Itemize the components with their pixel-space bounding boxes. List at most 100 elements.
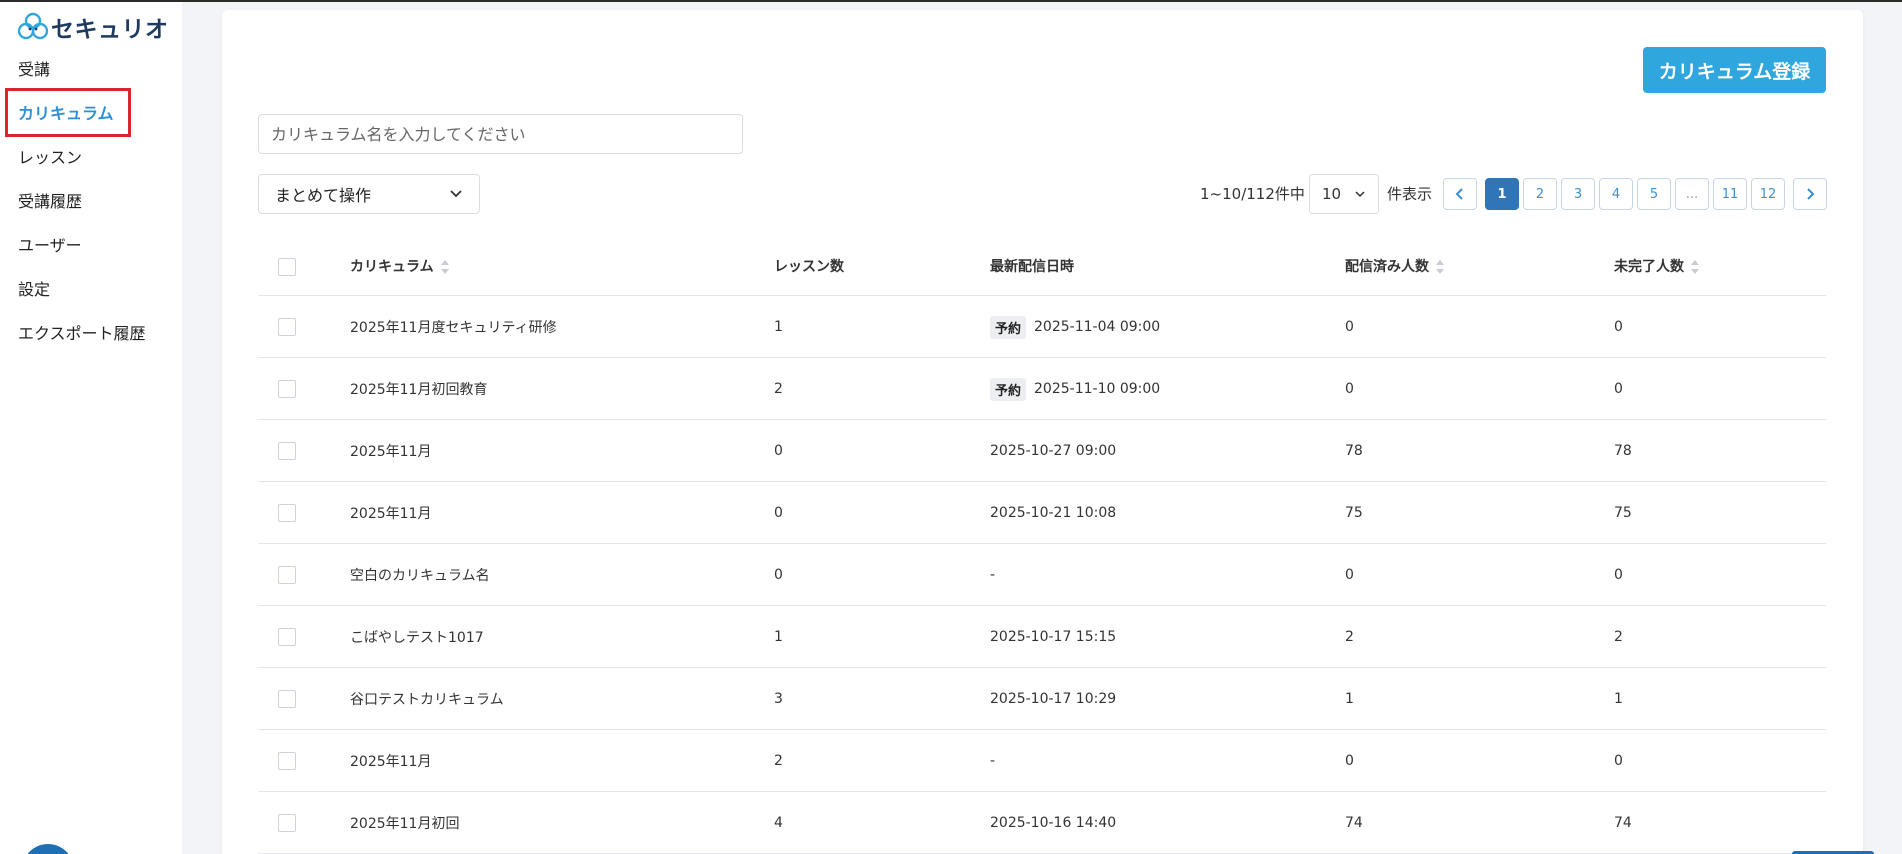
curriculum-name[interactable]: 2025年11月初回教育 [350, 358, 487, 420]
sidebar-item-curriculum[interactable]: カリキュラム [18, 96, 114, 132]
curriculum-name[interactable]: こばやしテスト1017 [350, 606, 484, 668]
sidebar-item-lesson[interactable]: レッスン [18, 140, 82, 176]
pagination-prev-button[interactable] [1443, 178, 1477, 210]
incomplete-count: 1 [1614, 691, 1623, 707]
latest-delivery-date: 2025-10-27 09:00 [990, 443, 1117, 459]
latest-delivery-date: - [990, 753, 996, 769]
row-checkbox[interactable] [278, 442, 296, 460]
pagination-page-5[interactable]: 5 [1637, 178, 1671, 210]
lesson-count: 2 [774, 381, 783, 397]
pagination-ellipsis[interactable]: ... [1675, 178, 1709, 210]
delivered-count: 74 [1345, 815, 1363, 831]
incomplete-count: 74 [1614, 815, 1632, 831]
row-checkbox[interactable] [278, 566, 296, 584]
pagination-page-11[interactable]: 11 [1713, 178, 1747, 210]
lesson-count: 3 [774, 691, 783, 707]
row-checkbox[interactable] [278, 628, 296, 646]
header-curriculum[interactable]: カリキュラム [350, 238, 450, 296]
table-row[interactable]: 2025年11月度セキュリティ研修 1 予約 2025-11-04 09:00 … [258, 296, 1826, 358]
pagination-page-2[interactable]: 2 [1523, 178, 1557, 210]
range-text: 1~10/112件中 [1200, 185, 1305, 203]
delivered-count: 75 [1345, 505, 1363, 521]
curriculum-name[interactable]: 空白のカリキュラム名 [350, 544, 490, 606]
delivered-count: 0 [1345, 381, 1354, 397]
lesson-count: 0 [774, 567, 783, 583]
sidebar-item-lessons-attend[interactable]: 受講 [18, 52, 50, 88]
help-chat-button[interactable] [22, 844, 74, 854]
select-all-checkbox[interactable] [278, 258, 296, 276]
reserved-badge: 予約 [990, 377, 1027, 401]
header-incomplete[interactable]: 未完了人数 [1614, 238, 1700, 296]
row-checkbox[interactable] [278, 318, 296, 336]
row-checkbox[interactable] [278, 504, 296, 522]
row-select-cell [278, 482, 296, 544]
table-row[interactable]: こばやしテスト1017 1 2025-10-17 15:15 2 2 [258, 606, 1826, 668]
register-curriculum-button[interactable]: カリキュラム登録 [1643, 47, 1826, 93]
curriculum-table: カリキュラム レッスン数 最新配信日時 配信済み人数 未完了人数 2025年11… [258, 238, 1826, 854]
pagination-page-3[interactable]: 3 [1561, 178, 1595, 210]
sidebar-item-users[interactable]: ユーザー [18, 228, 82, 264]
row-checkbox[interactable] [278, 380, 296, 398]
header-lessons: レッスン数 [774, 259, 844, 275]
incomplete-count: 0 [1614, 567, 1623, 583]
table-row[interactable]: 2025年11月初回 4 2025-10-16 14:40 74 74 [258, 792, 1826, 854]
sort-icon [440, 260, 449, 274]
row-checkbox[interactable] [278, 690, 296, 708]
delivered-count: 2 [1345, 629, 1354, 645]
per-page-label: 件表示 [1387, 185, 1433, 203]
logo[interactable]: セキュリオ [18, 10, 169, 44]
curriculum-name[interactable]: 2025年11月 [350, 420, 431, 482]
sidebar-item-export-history[interactable]: エクスポート履歴 [18, 316, 146, 352]
pagination-page-12[interactable]: 12 [1751, 178, 1785, 210]
reserved-badge: 予約 [990, 315, 1027, 339]
curriculum-name[interactable]: 2025年11月 [350, 482, 431, 544]
row-checkbox[interactable] [278, 752, 296, 770]
logo-text: セキュリオ [51, 17, 169, 43]
row-select-cell [278, 544, 296, 606]
header-latest-delivery: 最新配信日時 [990, 259, 1074, 275]
table-row[interactable]: 2025年11月 0 2025-10-21 10:08 75 75 [258, 482, 1826, 544]
delivered-count: 0 [1345, 567, 1354, 583]
top-border [0, 0, 1902, 2]
pagination-page-1[interactable]: 1 [1485, 178, 1519, 210]
incomplete-count: 2 [1614, 629, 1623, 645]
search-input[interactable] [258, 114, 743, 154]
table-row[interactable]: 2025年11月 2 - 0 0 [258, 730, 1826, 792]
latest-delivery-date: 2025-11-04 09:00 [1034, 319, 1161, 335]
delivered-count: 1 [1345, 691, 1354, 707]
pagination-page-4[interactable]: 4 [1599, 178, 1633, 210]
sort-icon [1691, 260, 1699, 274]
latest-delivery-date: 2025-10-17 15:15 [990, 629, 1117, 645]
chevron-right-icon [1807, 188, 1815, 200]
latest-delivery-date: 2025-10-21 10:08 [990, 505, 1117, 521]
lesson-count: 0 [774, 443, 783, 459]
table-header: カリキュラム レッスン数 最新配信日時 配信済み人数 未完了人数 [258, 238, 1826, 296]
curriculum-name[interactable]: 2025年11月 [350, 730, 431, 792]
row-select-cell [278, 296, 296, 358]
sort-icon [1436, 260, 1444, 274]
row-select-cell [278, 792, 296, 854]
row-select-cell [278, 730, 296, 792]
curriculum-name[interactable]: 2025年11月初回 [350, 792, 459, 854]
chevron-down-icon [1355, 191, 1365, 198]
incomplete-count: 75 [1614, 505, 1632, 521]
per-page-select[interactable]: 10 [1309, 174, 1379, 214]
row-checkbox[interactable] [278, 814, 296, 832]
table-row[interactable]: 2025年11月初回教育 2 予約 2025-11-10 09:00 0 0 [258, 358, 1826, 420]
sidebar-item-history[interactable]: 受講履歴 [18, 184, 82, 220]
bulk-action-select[interactable]: まとめて操作 [258, 174, 480, 214]
lesson-count: 1 [774, 319, 783, 335]
sidebar: セキュリオ 受講 カリキュラム レッスン 受講履歴 ユーザー 設定 エクスポート… [0, 2, 182, 854]
curriculum-name[interactable]: 谷口テストカリキュラム [350, 668, 504, 730]
logo-icon [18, 12, 48, 40]
incomplete-count: 0 [1614, 381, 1623, 397]
sidebar-item-settings[interactable]: 設定 [18, 272, 50, 308]
table-row[interactable]: 2025年11月 0 2025-10-27 09:00 78 78 [258, 420, 1826, 482]
header-delivered[interactable]: 配信済み人数 [1345, 238, 1445, 296]
delivered-count: 78 [1345, 443, 1363, 459]
select-all-cell [278, 238, 296, 296]
table-row[interactable]: 谷口テストカリキュラム 3 2025-10-17 10:29 1 1 [258, 668, 1826, 730]
table-row[interactable]: 空白のカリキュラム名 0 - 0 0 [258, 544, 1826, 606]
curriculum-name[interactable]: 2025年11月度セキュリティ研修 [350, 296, 557, 358]
pagination-next-button[interactable] [1793, 178, 1827, 210]
